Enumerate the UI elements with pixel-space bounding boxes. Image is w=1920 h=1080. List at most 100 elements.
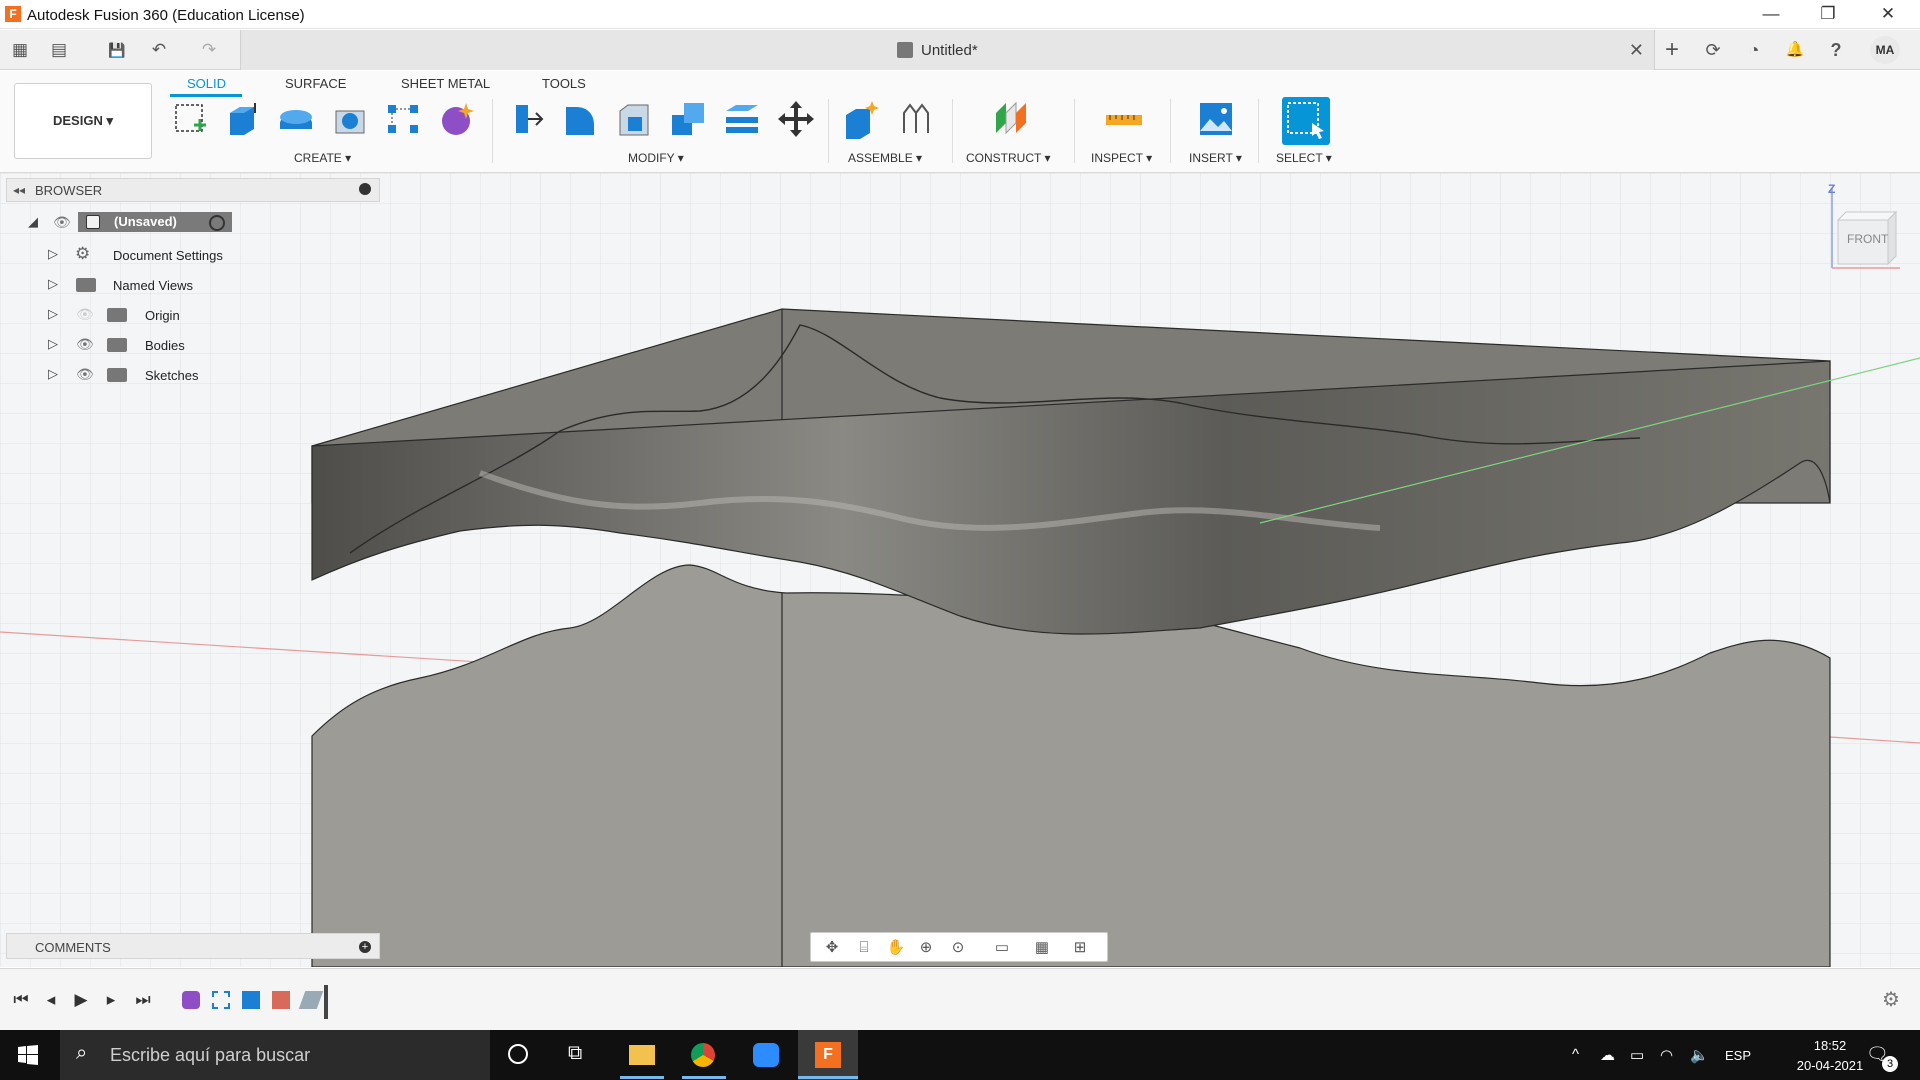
tab-sheet-metal[interactable]: SHEET METAL	[401, 76, 490, 91]
user-avatar[interactable]: MA	[1870, 36, 1900, 64]
hidden-eye-icon[interactable]: 👁	[76, 306, 94, 323]
insert-image-icon[interactable]	[1196, 99, 1236, 139]
cortana-icon[interactable]	[508, 1044, 528, 1064]
tab-surface[interactable]: SURFACE	[285, 76, 346, 91]
create-group-label[interactable]: CREATE ▾	[294, 151, 351, 165]
minimize-button[interactable]: —	[1743, 0, 1799, 29]
create-sketch-icon[interactable]	[170, 99, 210, 139]
tree-item-document-settings[interactable]: ▷ ⚙ Document Settings	[48, 244, 268, 272]
timeline-split-feature-icon[interactable]	[272, 991, 290, 1009]
go-to-start-icon[interactable]: ⏮	[10, 989, 32, 1011]
zoom-icon[interactable]: ⊕	[915, 938, 937, 958]
go-to-end-icon[interactable]: ⏭	[132, 989, 154, 1011]
maximize-button[interactable]: ❐	[1800, 0, 1856, 29]
timeline-move-feature-icon[interactable]	[298, 991, 324, 1009]
revolve-icon[interactable]	[276, 99, 316, 139]
assemble-group-label[interactable]: ASSEMBLE ▾	[848, 151, 922, 165]
select-group-label[interactable]: SELECT ▾	[1276, 151, 1332, 165]
extensions-icon[interactable]: ⟳	[1694, 30, 1732, 70]
hole-icon[interactable]	[330, 99, 370, 139]
expand-triangle-icon[interactable]: ▷	[48, 276, 58, 292]
step-forward-icon[interactable]: ▸	[100, 989, 122, 1011]
redo-icon[interactable]: ↷	[196, 38, 222, 62]
zoom-app[interactable]	[736, 1030, 796, 1080]
onedrive-cloud-icon[interactable]: ☁	[1600, 1046, 1615, 1064]
data-panel-grid-icon[interactable]: ▦	[7, 38, 33, 62]
modify-group-label[interactable]: MODIFY ▾	[628, 151, 684, 165]
orbit-icon[interactable]: ✥	[821, 938, 843, 958]
visibility-eye-icon[interactable]: 👁	[76, 366, 94, 383]
view-cube-face-label[interactable]: FRONT	[1847, 232, 1888, 246]
expand-triangle-icon[interactable]: ▷	[48, 306, 58, 322]
expand-triangle-icon[interactable]: ▷	[48, 246, 58, 262]
move-copy-icon[interactable]	[776, 99, 816, 139]
zoom-window-icon[interactable]: ⊙	[947, 938, 969, 958]
browser-root-row[interactable]: ◢ 👁 (Unsaved)	[28, 212, 268, 240]
inspect-group-label[interactable]: INSPECT ▾	[1091, 151, 1152, 165]
browser-minus-icon[interactable]	[359, 183, 371, 195]
construct-group-label[interactable]: CONSTRUCT ▾	[966, 151, 1050, 165]
clock-date[interactable]: 20-04-2021	[1790, 1058, 1870, 1073]
taskbar-search-box[interactable]: ⌕ Escribe aquí para buscar	[60, 1030, 490, 1080]
shell-combine-icon[interactable]	[668, 99, 708, 139]
collapse-browser-icon[interactable]: ◂◂	[13, 183, 25, 197]
new-tab-button[interactable]: +	[1653, 30, 1691, 70]
visibility-eye-icon[interactable]: 👁	[53, 214, 71, 231]
close-window-button[interactable]: ✕	[1860, 0, 1916, 29]
tab-solid[interactable]: SOLID	[187, 76, 226, 91]
battery-icon[interactable]: ▭	[1630, 1046, 1644, 1064]
fusion-360-app[interactable]: F	[798, 1030, 858, 1080]
timeline-sketch-feature-icon[interactable]	[212, 991, 230, 1009]
tree-item-named-views[interactable]: ▷ Named Views	[48, 274, 268, 302]
save-icon[interactable]: 💾	[104, 38, 130, 62]
chrome-app[interactable]	[674, 1030, 734, 1080]
task-view-icon[interactable]: ⧉	[568, 1042, 582, 1065]
extrude-icon[interactable]	[222, 99, 262, 139]
file-explorer-app[interactable]	[612, 1030, 672, 1080]
chamfer-icon[interactable]	[614, 99, 654, 139]
close-document-icon[interactable]: ✕	[1629, 40, 1644, 61]
timeline-marker[interactable]	[324, 985, 328, 1019]
insert-group-label[interactable]: INSERT ▾	[1189, 151, 1242, 165]
create-form-icon[interactable]	[438, 99, 478, 139]
tree-item-bodies[interactable]: ▷ 👁 Bodies	[48, 334, 268, 362]
canvas-viewport[interactable]	[0, 173, 1920, 967]
pattern-icon[interactable]	[384, 99, 424, 139]
step-back-icon[interactable]: ◂	[40, 989, 62, 1011]
play-icon[interactable]: ▶	[70, 989, 92, 1011]
measure-icon[interactable]	[1104, 99, 1144, 139]
model-canvas[interactable]	[0, 173, 1920, 967]
grid-settings-icon[interactable]: ▦	[1031, 938, 1053, 958]
show-hidden-icons[interactable]: ^	[1572, 1046, 1579, 1063]
browser-panel-header[interactable]: ◂◂ BROWSER	[6, 178, 380, 202]
display-settings-icon[interactable]: ▭	[991, 938, 1013, 958]
timeline-form-feature-icon[interactable]	[182, 991, 200, 1009]
activate-radio-icon[interactable]	[209, 215, 225, 231]
visibility-eye-icon[interactable]: 👁	[76, 336, 94, 353]
tree-item-sketches[interactable]: ▷ 👁 Sketches	[48, 364, 268, 392]
tab-tools[interactable]: TOOLS	[542, 76, 586, 91]
press-pull-icon[interactable]	[506, 99, 546, 139]
file-menu-icon[interactable]: ▤	[46, 38, 72, 62]
expand-triangle-icon[interactable]: ▷	[48, 336, 58, 352]
pan-hand-icon[interactable]: ✋	[885, 938, 907, 958]
timeline-extrude-feature-icon[interactable]	[242, 991, 260, 1009]
language-indicator[interactable]: ESP	[1725, 1048, 1751, 1063]
collapse-triangle-icon[interactable]: ◢	[28, 214, 38, 230]
joint-icon[interactable]	[896, 99, 936, 139]
comments-panel[interactable]: COMMENTS +	[6, 933, 380, 959]
workspace-dropdown[interactable]: DESIGN ▾	[14, 83, 152, 159]
split-body-icon[interactable]	[722, 99, 762, 139]
tree-item-origin[interactable]: ▷ 👁 Origin	[48, 304, 268, 332]
undo-icon[interactable]: ↶	[146, 38, 172, 62]
volume-icon[interactable]: 🔈	[1690, 1046, 1709, 1064]
help-icon[interactable]: ?	[1817, 30, 1855, 70]
look-at-icon[interactable]: ⌸	[853, 938, 875, 958]
offset-plane-icon[interactable]	[990, 99, 1030, 139]
job-status-icon[interactable]: ◔	[1735, 30, 1773, 70]
clock-time[interactable]: 18:52	[1790, 1038, 1870, 1053]
view-cube[interactable]: Z FRONT	[1810, 178, 1910, 278]
notifications-icon[interactable]: 🔔	[1776, 30, 1814, 70]
windows-start-icon[interactable]	[18, 1045, 38, 1065]
viewports-icon[interactable]: ⊞	[1069, 938, 1091, 958]
